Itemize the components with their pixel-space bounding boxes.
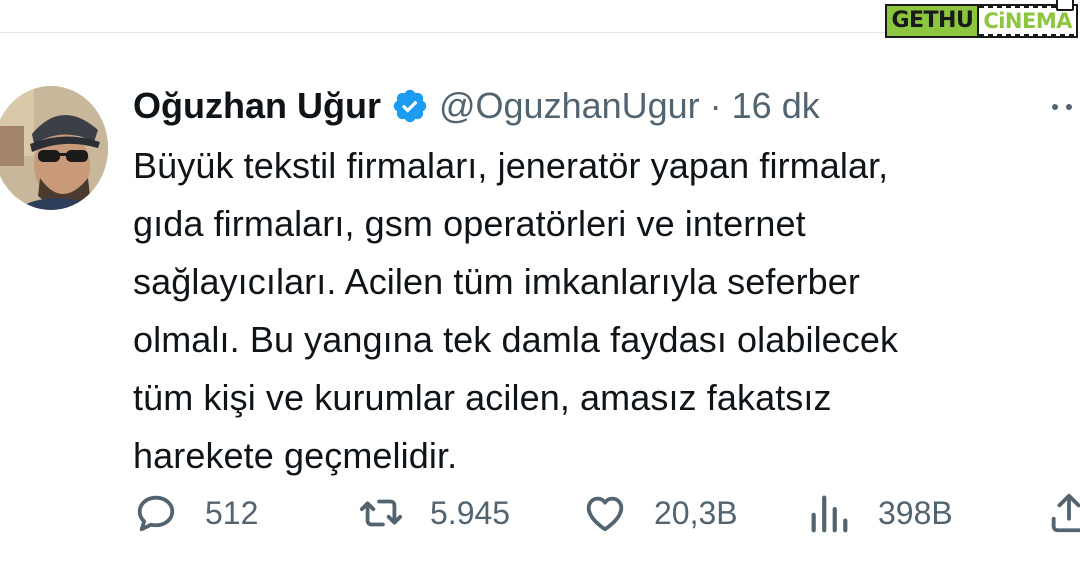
retweet-icon xyxy=(359,499,403,527)
share-icon xyxy=(1051,493,1080,533)
reply-icon xyxy=(137,495,175,532)
views-count: 398B xyxy=(878,494,953,531)
retweet-button[interactable]: 5.945 xyxy=(358,488,510,538)
retweet-count: 5.945 xyxy=(430,494,511,531)
views-icon xyxy=(811,495,848,533)
handle-and-time[interactable]: @OguzhanUgur · 16 dk xyxy=(439,85,820,127)
author-name[interactable]: Oğuzhan Uğur xyxy=(133,85,381,127)
tweet-text: Büyük tekstil firmaları, jeneratör yapan… xyxy=(133,145,899,476)
views-button[interactable]: 398B xyxy=(806,488,953,538)
camera-icon xyxy=(1056,0,1074,11)
reply-count: 512 xyxy=(205,494,259,531)
more-icon[interactable] xyxy=(1052,92,1080,122)
avatar[interactable] xyxy=(0,86,108,210)
watermark-logo: GETHU CiNEMA xyxy=(885,0,1078,38)
avatar-photo xyxy=(0,86,108,210)
reply-button[interactable]: 512 xyxy=(133,488,258,538)
tweet-header: Oğuzhan Uğur @OguzhanUgur · 16 dk xyxy=(133,82,820,130)
verified-icon xyxy=(393,89,427,123)
like-icon xyxy=(586,496,624,532)
like-count: 20,3B xyxy=(654,494,738,531)
like-button[interactable]: 20,3B xyxy=(582,488,738,538)
watermark-left-text: GETHU xyxy=(885,4,978,38)
share-button[interactable] xyxy=(1046,488,1080,538)
